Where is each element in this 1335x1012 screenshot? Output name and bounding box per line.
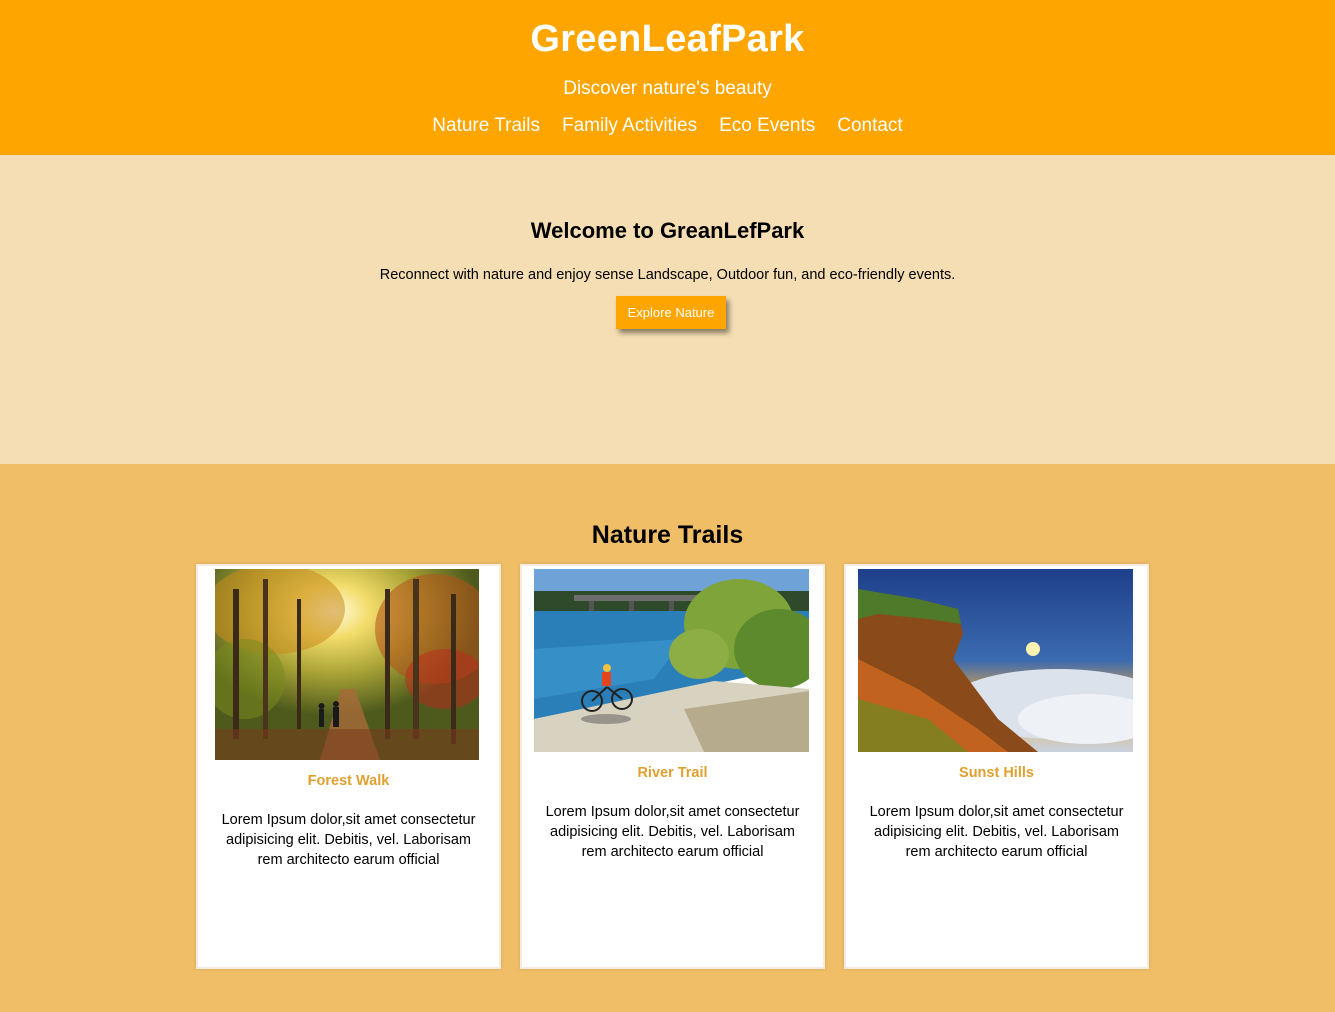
trail-card-sunset-hills: Sunst Hills Lorem Ipsum dolor,sit amet c… <box>844 564 1149 969</box>
hero-heading: Welcome to GreanLefPark <box>530 218 805 243</box>
trails-section: Nature Trails Forest Walk Lorem Ipsum do… <box>0 464 1335 1012</box>
site-header: GreenLeafPark Discover nature's beauty N… <box>0 0 1335 155</box>
trail-card-text: Lorem Ipsum dolor,sit amet consectetur a… <box>545 804 800 860</box>
nav-link-family-activities[interactable]: Family Activities <box>562 115 697 137</box>
nav-link-nature-trails[interactable]: Nature Trails <box>432 115 540 137</box>
trail-card-title: Forest Walk <box>307 773 390 789</box>
trail-card-title: River Trail <box>637 765 708 781</box>
hill-sunset-photo <box>858 569 1133 752</box>
site-title: GreenLeafPark <box>530 18 805 60</box>
trail-card-text: Lorem Ipsum dolor,sit amet consectetur a… <box>869 804 1124 860</box>
site-tagline: Discover nature's beauty <box>563 78 772 99</box>
trails-heading: Nature Trails <box>591 521 744 549</box>
trail-card-forest-walk: Forest Walk Lorem Ipsum dolor,sit amet c… <box>196 564 501 969</box>
explore-nature-button[interactable]: Explore Nature <box>616 296 726 329</box>
trail-card-river-trail: River Trail Lorem Ipsum dolor,sit amet c… <box>520 564 825 969</box>
main-nav: Nature Trails Family Activities Eco Even… <box>0 115 1335 137</box>
autumn-forest-path-photo <box>215 569 479 760</box>
trail-card-title: Sunst Hills <box>959 765 1034 781</box>
nav-link-eco-events[interactable]: Eco Events <box>719 115 815 137</box>
hero-text: Reconnect with nature and enjoy sense La… <box>379 267 956 283</box>
hero-section: Welcome to GreanLefPark Reconnect with n… <box>0 155 1335 464</box>
trail-card-text: Lorem Ipsum dolor,sit amet consectetur a… <box>221 812 476 868</box>
nav-link-contact[interactable]: Contact <box>837 115 902 137</box>
river-cyclist-photo <box>534 569 809 752</box>
